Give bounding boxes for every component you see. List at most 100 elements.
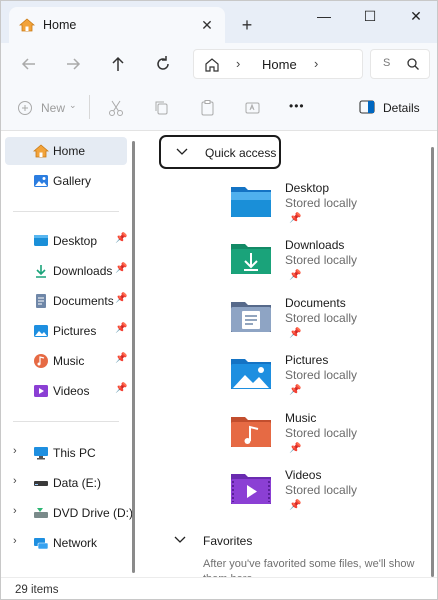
tab-title: Home bbox=[43, 18, 77, 32]
search-input[interactable]: S bbox=[370, 49, 430, 79]
item-status: Stored locally bbox=[285, 311, 358, 325]
divider bbox=[89, 95, 90, 119]
quick-access-header[interactable]: Quick access bbox=[159, 135, 281, 169]
sidebar-item-data-drive[interactable]: › Data (E:) bbox=[5, 469, 127, 497]
pin-icon: 📌 bbox=[289, 270, 302, 281]
breadcrumb-chevron-icon[interactable]: › bbox=[236, 56, 240, 71]
sidebar-item-label: Desktop bbox=[53, 234, 98, 248]
home-icon bbox=[19, 18, 35, 32]
breadcrumb-home[interactable]: Home bbox=[262, 57, 297, 72]
address-bar[interactable]: › Home › bbox=[193, 49, 363, 79]
refresh-icon[interactable] bbox=[151, 53, 175, 75]
pc-icon bbox=[34, 447, 48, 460]
sidebar-item-music[interactable]: Music 📌 bbox=[5, 347, 127, 375]
quick-access-item-videos[interactable]: Videos Stored locally 📌 bbox=[229, 468, 429, 522]
pin-icon: 📌 bbox=[289, 328, 302, 339]
cut-icon[interactable] bbox=[107, 99, 125, 117]
sidebar-item-this-pc[interactable]: › This PC bbox=[5, 439, 127, 467]
downloads-folder-icon bbox=[231, 244, 271, 274]
rename-icon[interactable] bbox=[244, 99, 262, 117]
pin-icon: 📌 bbox=[289, 385, 302, 396]
back-icon[interactable] bbox=[17, 53, 41, 75]
documents-folder-icon bbox=[231, 302, 271, 332]
documents-icon bbox=[36, 294, 46, 308]
sidebar-item-label: This PC bbox=[53, 446, 96, 460]
sidebar-item-documents[interactable]: Documents 📌 bbox=[5, 287, 127, 315]
desktop-folder-icon bbox=[231, 187, 271, 217]
status-bar: 29 items bbox=[1, 577, 437, 599]
item-count: 29 items bbox=[15, 584, 59, 596]
up-icon[interactable] bbox=[106, 53, 130, 75]
home-icon bbox=[33, 144, 49, 158]
favorites-header[interactable]: Favorites bbox=[159, 525, 359, 555]
sidebar-item-dvd-drive[interactable]: › DVD Drive (D:) bbox=[5, 499, 133, 527]
item-status: Stored locally bbox=[285, 253, 358, 267]
new-label: New bbox=[41, 101, 66, 115]
paste-icon[interactable] bbox=[199, 99, 217, 117]
plus-circle-icon bbox=[18, 101, 32, 115]
divider bbox=[13, 421, 119, 422]
breadcrumb-chevron-icon[interactable]: › bbox=[314, 56, 318, 71]
close-window-button[interactable]: ✕ bbox=[393, 1, 437, 31]
item-name: Desktop bbox=[285, 181, 330, 195]
pin-icon: 📌 bbox=[115, 293, 128, 304]
item-name: Videos bbox=[285, 468, 322, 482]
chevron-right-icon[interactable]: › bbox=[13, 475, 17, 487]
navigation-bar: › Home › S bbox=[1, 43, 437, 85]
quick-access-title: Quick access bbox=[205, 146, 277, 160]
sidebar-item-label: Gallery bbox=[53, 174, 92, 188]
forward-icon[interactable] bbox=[61, 53, 85, 75]
sidebar-scrollbar[interactable] bbox=[132, 141, 135, 573]
sidebar-item-network[interactable]: › Network bbox=[5, 529, 127, 557]
sidebar-item-videos[interactable]: Videos 📌 bbox=[5, 377, 127, 405]
sidebar-item-home[interactable]: Home bbox=[5, 137, 127, 165]
item-name: Downloads bbox=[285, 238, 345, 252]
copy-icon[interactable] bbox=[153, 99, 171, 117]
tab-home[interactable]: Home ✕ bbox=[9, 7, 225, 43]
pictures-folder-icon bbox=[231, 359, 271, 389]
pin-icon: 📌 bbox=[115, 233, 128, 244]
content-scrollbar[interactable] bbox=[431, 147, 434, 577]
details-button[interactable]: Details bbox=[359, 97, 429, 119]
new-button[interactable]: New ⌄ bbox=[17, 97, 77, 119]
chevron-down-icon bbox=[174, 536, 186, 543]
sidebar-item-desktop[interactable]: Desktop 📌 bbox=[5, 227, 127, 255]
music-icon bbox=[34, 354, 48, 368]
quick-access-item-downloads[interactable]: Downloads Stored locally 📌 bbox=[229, 238, 429, 292]
sidebar-item-downloads[interactable]: Downloads 📌 bbox=[5, 257, 127, 285]
quick-access-item-music[interactable]: Music Stored locally 📌 bbox=[229, 411, 429, 465]
pin-icon: 📌 bbox=[289, 213, 302, 224]
quick-access-item-documents[interactable]: Documents Stored locally 📌 bbox=[229, 296, 429, 350]
more-options-icon[interactable]: ••• bbox=[289, 99, 305, 113]
pin-icon: 📌 bbox=[115, 383, 128, 394]
search-icon bbox=[407, 58, 419, 70]
details-pane-icon bbox=[359, 100, 375, 114]
favorites-empty-message: After you've favorited some files, we'll… bbox=[203, 558, 415, 577]
tab-close-button[interactable]: ✕ bbox=[197, 15, 217, 35]
chevron-right-icon[interactable]: › bbox=[13, 535, 17, 547]
file-explorer-window: Home ✕ + — ☐ ✕ › Home › S New ⌄ ••• Deta… bbox=[0, 0, 438, 600]
chevron-right-icon[interactable]: › bbox=[13, 445, 17, 457]
search-placeholder: S bbox=[383, 57, 391, 69]
quick-access-item-pictures[interactable]: Pictures Stored locally 📌 bbox=[229, 353, 429, 407]
sidebar-item-label: Network bbox=[53, 536, 98, 550]
sidebar-item-label: Home bbox=[53, 144, 86, 158]
minimize-button[interactable]: — bbox=[301, 1, 347, 31]
sidebar-item-label: Pictures bbox=[53, 324, 97, 338]
maximize-button[interactable]: ☐ bbox=[347, 1, 393, 31]
quick-access-item-desktop[interactable]: Desktop Stored locally 📌 bbox=[229, 181, 429, 235]
new-tab-button[interactable]: + bbox=[237, 15, 257, 35]
pin-icon: 📌 bbox=[115, 263, 128, 274]
videos-icon bbox=[34, 385, 48, 397]
item-status: Stored locally bbox=[285, 426, 358, 440]
item-status: Stored locally bbox=[285, 483, 358, 497]
pin-icon: 📌 bbox=[289, 443, 302, 454]
pin-icon: 📌 bbox=[115, 323, 128, 334]
item-status: Stored locally bbox=[285, 196, 358, 210]
sidebar-item-gallery[interactable]: Gallery bbox=[5, 167, 127, 195]
drive-icon bbox=[34, 481, 48, 486]
sidebar-item-pictures[interactable]: Pictures 📌 bbox=[5, 317, 127, 345]
title-bar: Home ✕ + — ☐ ✕ bbox=[1, 1, 437, 43]
chevron-down-icon: ⌄ bbox=[69, 100, 77, 110]
chevron-right-icon[interactable]: › bbox=[13, 505, 17, 517]
